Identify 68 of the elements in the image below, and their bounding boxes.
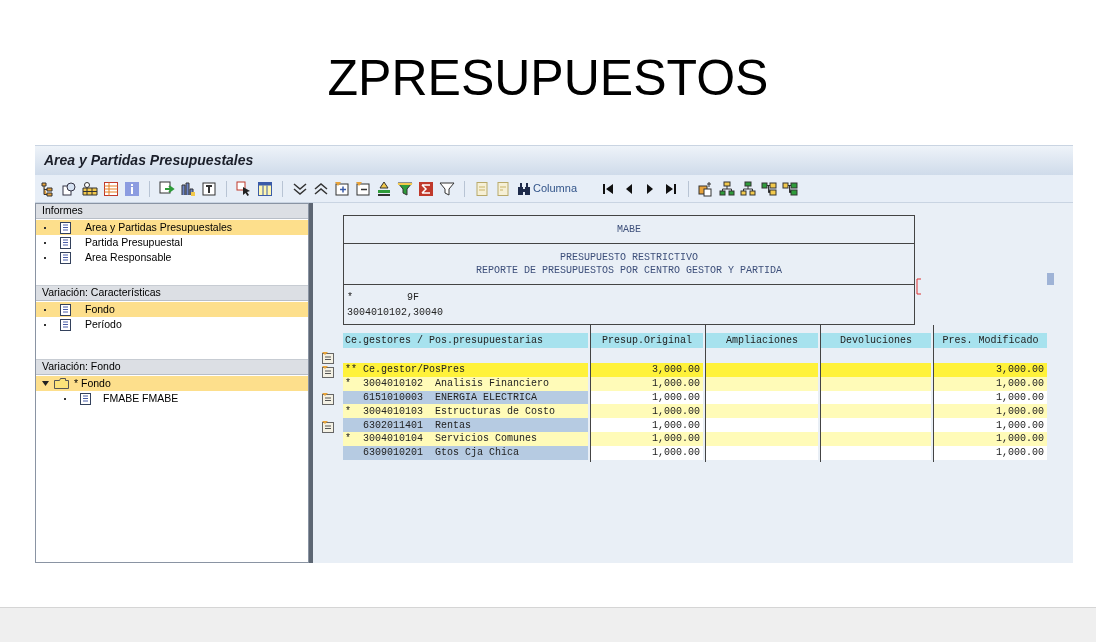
section-header: Variación: Fondo bbox=[36, 360, 309, 375]
select-icon[interactable] bbox=[236, 180, 252, 197]
collapse-icon[interactable] bbox=[313, 180, 329, 197]
sidebar-item[interactable]: Area y Partidas Presupuestales bbox=[36, 220, 309, 235]
table-cell: 1,000.00 bbox=[591, 418, 703, 432]
remove-icon[interactable] bbox=[355, 180, 371, 197]
copy-icon[interactable] bbox=[61, 180, 77, 197]
table-cell: * 3004010103 Estructuras de Costo bbox=[343, 404, 588, 419]
sidebar-item[interactable]: FMABE FMABE bbox=[36, 391, 309, 406]
column-header[interactable]: Presup.Original bbox=[591, 333, 703, 348]
table-icon[interactable] bbox=[103, 180, 119, 197]
table-cell: 3,000.00 bbox=[591, 363, 703, 377]
export-icon[interactable] bbox=[159, 180, 175, 197]
table-cell: 3,000.00 bbox=[934, 363, 1047, 377]
window-title: Area y Partidas Presupuestales bbox=[35, 145, 1073, 175]
sidebar-item[interactable]: * Fondo bbox=[36, 376, 309, 391]
section-header: Informes bbox=[36, 204, 309, 219]
grid-icon[interactable] bbox=[82, 180, 98, 197]
chart-icon[interactable] bbox=[180, 180, 196, 197]
document-icon bbox=[60, 221, 71, 234]
layout-icon[interactable] bbox=[257, 180, 273, 197]
slide-title: ZPRESUPUESTOS bbox=[327, 49, 769, 108]
table-cell: 6302011401 Rentas bbox=[343, 418, 588, 432]
hierarchy-icon[interactable] bbox=[719, 180, 736, 197]
table-cell: 1,000.00 bbox=[934, 404, 1047, 419]
node-icon[interactable] bbox=[698, 180, 715, 197]
document-icon bbox=[80, 392, 91, 405]
expand-arrow-icon[interactable] bbox=[42, 380, 49, 387]
insert-icon[interactable] bbox=[334, 180, 350, 197]
row-detail-icon[interactable] bbox=[322, 351, 334, 364]
table-cell: 1,000.00 bbox=[934, 418, 1047, 432]
sidebar-item[interactable]: Período bbox=[36, 317, 309, 332]
document-icon bbox=[60, 318, 71, 331]
report-info: 3004010102,30040 bbox=[347, 305, 444, 320]
folder-icon bbox=[54, 378, 69, 389]
column-header[interactable]: Ce.gestores / Pos.presupuestarias bbox=[343, 333, 588, 348]
row-detail-icon[interactable] bbox=[322, 365, 334, 378]
document-icon bbox=[60, 303, 71, 316]
column-header[interactable]: Ampliaciones bbox=[706, 333, 818, 348]
table-cell: ** Ce.gestor/PosPres bbox=[343, 363, 588, 377]
row-detail-icon[interactable] bbox=[322, 393, 334, 406]
filter-icon[interactable] bbox=[439, 180, 455, 197]
info-icon[interactable] bbox=[124, 180, 140, 197]
hierarchy-icon[interactable] bbox=[761, 180, 778, 197]
sidebar-item[interactable]: Area Responsable bbox=[36, 250, 309, 265]
sidebar-item[interactable]: Partida Presupuestal bbox=[36, 235, 309, 250]
bracket-icon bbox=[916, 278, 922, 295]
binoculars-icon bbox=[517, 181, 531, 196]
hierarchy-icon[interactable] bbox=[740, 180, 757, 197]
funnel-icon[interactable] bbox=[397, 180, 413, 197]
sidebar-item[interactable]: Fondo bbox=[36, 302, 309, 317]
column-header[interactable]: Devoluciones bbox=[821, 333, 931, 348]
column-button[interactable]: Columna bbox=[516, 180, 579, 197]
document-icon bbox=[60, 251, 71, 264]
row-detail-icon[interactable] bbox=[322, 420, 334, 433]
hierarchy-icon[interactable] bbox=[782, 180, 799, 197]
table-cell: 1,000.00 bbox=[591, 404, 703, 419]
section-header: Variación: Características bbox=[36, 286, 309, 301]
scroll-handle[interactable] bbox=[1047, 273, 1054, 285]
report-title: REPORTE DE PRESUPUESTOS POR CENTRO GESTOR Y PARTIDA bbox=[475, 264, 783, 277]
tree-icon[interactable] bbox=[40, 180, 56, 197]
expand-icon[interactable] bbox=[292, 180, 308, 197]
report-info: * 9F bbox=[347, 290, 420, 305]
sum-icon[interactable] bbox=[418, 180, 434, 197]
report-company: MABE bbox=[344, 216, 914, 244]
column-header[interactable]: Pres. Modificado bbox=[934, 333, 1047, 348]
report-title: PRESUPUESTO RESTRICTIVO bbox=[560, 251, 698, 264]
document-icon bbox=[60, 236, 71, 249]
